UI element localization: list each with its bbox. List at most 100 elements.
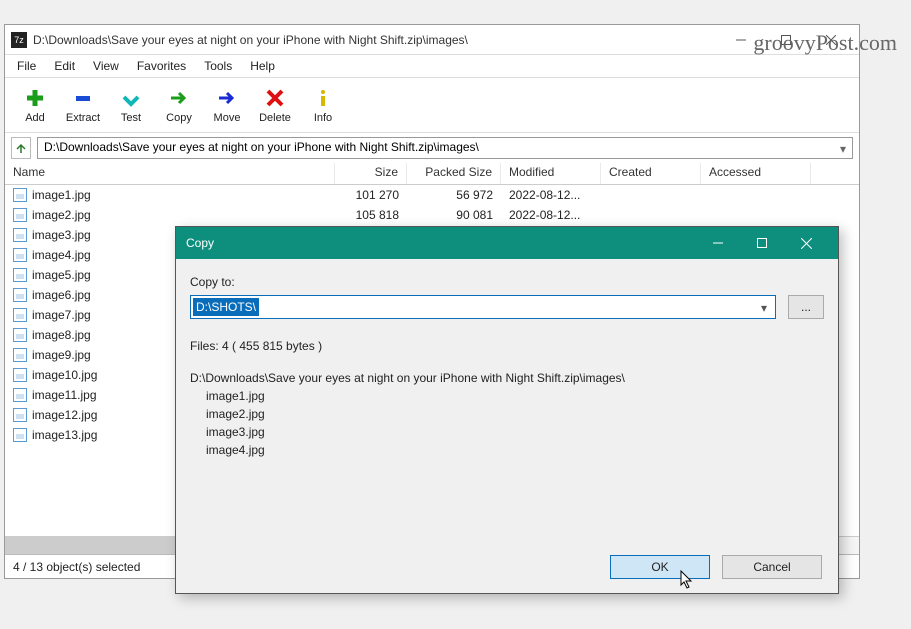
maximize-button[interactable] bbox=[763, 25, 808, 54]
toolbar: Add Extract Test Copy Move Delete Info bbox=[5, 77, 859, 133]
file-size: 101 270 bbox=[335, 188, 407, 202]
file-packed-size: 56 972 bbox=[407, 188, 501, 202]
file-name: image3.jpg bbox=[32, 228, 91, 242]
dialog-file-item: image3.jpg bbox=[206, 423, 824, 441]
dialog-file-item: image2.jpg bbox=[206, 405, 824, 423]
move-button[interactable]: Move bbox=[203, 83, 251, 127]
dialog-titlebar[interactable]: Copy bbox=[176, 227, 838, 259]
menu-view[interactable]: View bbox=[85, 57, 127, 75]
file-row[interactable]: image1.jpg 101 27056 9722022-08-12... bbox=[5, 185, 859, 205]
copy-dialog: Copy Copy to: D:\SHOTS\ ▾ ... Files: 4 (… bbox=[175, 226, 839, 594]
minimize-button[interactable] bbox=[718, 25, 763, 54]
file-name: image4.jpg bbox=[32, 248, 91, 262]
col-modified[interactable]: Modified bbox=[501, 163, 601, 184]
move-icon bbox=[215, 86, 239, 110]
address-bar: D:\Downloads\Save your eyes at night on … bbox=[5, 133, 859, 163]
copy-icon bbox=[167, 86, 191, 110]
list-header[interactable]: Name Size Packed Size Modified Created A… bbox=[5, 163, 859, 185]
file-name: image5.jpg bbox=[32, 268, 91, 282]
file-icon bbox=[13, 208, 27, 222]
browse-button[interactable]: ... bbox=[788, 295, 824, 319]
delete-button[interactable]: Delete bbox=[251, 83, 299, 127]
cancel-button[interactable]: Cancel bbox=[722, 555, 822, 579]
file-icon bbox=[13, 268, 27, 282]
file-modified: 2022-08-12... bbox=[501, 188, 601, 202]
address-input[interactable]: D:\Downloads\Save your eyes at night on … bbox=[37, 137, 853, 159]
dialog-close-button[interactable] bbox=[784, 227, 828, 259]
col-accessed[interactable]: Accessed bbox=[701, 163, 811, 184]
file-icon bbox=[13, 368, 27, 382]
dialog-summary: Files: 4 ( 455 815 bytes ) bbox=[190, 337, 824, 355]
window-title: D:\Downloads\Save your eyes at night on … bbox=[33, 33, 718, 47]
dialog-maximize-button[interactable] bbox=[740, 227, 784, 259]
file-name: image8.jpg bbox=[32, 328, 91, 342]
tool-label: Move bbox=[214, 112, 241, 124]
add-button[interactable]: Add bbox=[11, 83, 59, 127]
menu-file[interactable]: File bbox=[9, 57, 44, 75]
file-name: image13.jpg bbox=[32, 428, 97, 442]
dialog-file-item: image1.jpg bbox=[206, 387, 824, 405]
file-modified: 2022-08-12... bbox=[501, 208, 601, 222]
file-icon bbox=[13, 228, 27, 242]
file-name: image2.jpg bbox=[32, 208, 91, 222]
file-name: image11.jpg bbox=[32, 388, 97, 402]
tool-label: Info bbox=[314, 112, 332, 124]
menu-help[interactable]: Help bbox=[242, 57, 283, 75]
info-icon bbox=[311, 86, 335, 110]
address-text: D:\Downloads\Save your eyes at night on … bbox=[44, 140, 479, 154]
status-text: 4 / 13 object(s) selected bbox=[13, 560, 140, 574]
app-icon: 7z bbox=[11, 32, 27, 48]
menu-edit[interactable]: Edit bbox=[46, 57, 83, 75]
file-icon bbox=[13, 348, 27, 362]
extract-button[interactable]: Extract bbox=[59, 83, 107, 127]
chevron-down-icon[interactable]: ▾ bbox=[761, 301, 767, 315]
tool-label: Extract bbox=[66, 112, 100, 124]
file-name: image12.jpg bbox=[32, 408, 97, 422]
file-icon bbox=[13, 408, 27, 422]
copy-to-label: Copy to: bbox=[190, 275, 824, 289]
test-button[interactable]: Test bbox=[107, 83, 155, 127]
menu-favorites[interactable]: Favorites bbox=[129, 57, 194, 75]
file-size: 105 818 bbox=[335, 208, 407, 222]
close-button[interactable] bbox=[808, 25, 853, 54]
titlebar[interactable]: 7z D:\Downloads\Save your eyes at night … bbox=[5, 25, 859, 55]
tool-label: Copy bbox=[166, 112, 192, 124]
file-name: image6.jpg bbox=[32, 288, 91, 302]
add-icon bbox=[23, 86, 47, 110]
file-icon bbox=[13, 388, 27, 402]
file-icon bbox=[13, 328, 27, 342]
file-name: image1.jpg bbox=[32, 188, 91, 202]
menubar: FileEditViewFavoritesToolsHelp bbox=[5, 55, 859, 77]
dialog-source-path: D:\Downloads\Save your eyes at night on … bbox=[190, 369, 824, 387]
col-created[interactable]: Created bbox=[601, 163, 701, 184]
file-packed-size: 90 081 bbox=[407, 208, 501, 222]
up-button[interactable] bbox=[11, 137, 31, 159]
file-name: image10.jpg bbox=[32, 368, 97, 382]
dialog-minimize-button[interactable] bbox=[696, 227, 740, 259]
tool-label: Test bbox=[121, 112, 141, 124]
info-button[interactable]: Info bbox=[299, 83, 347, 127]
file-icon bbox=[13, 188, 27, 202]
dialog-title: Copy bbox=[186, 236, 696, 250]
file-icon bbox=[13, 288, 27, 302]
col-packed-size[interactable]: Packed Size bbox=[407, 163, 501, 184]
copy-to-input[interactable]: D:\SHOTS\ ▾ bbox=[190, 295, 776, 319]
col-size[interactable]: Size bbox=[335, 163, 407, 184]
ok-button[interactable]: OK bbox=[610, 555, 710, 579]
copy-button[interactable]: Copy bbox=[155, 83, 203, 127]
file-row[interactable]: image2.jpg 105 81890 0812022-08-12... bbox=[5, 205, 859, 225]
dialog-file-list: image1.jpgimage2.jpgimage3.jpgimage4.jpg bbox=[190, 387, 824, 459]
file-icon bbox=[13, 248, 27, 262]
file-icon bbox=[13, 428, 27, 442]
chevron-down-icon[interactable]: ▾ bbox=[840, 142, 846, 156]
menu-tools[interactable]: Tools bbox=[196, 57, 240, 75]
copy-to-path: D:\SHOTS\ bbox=[193, 298, 259, 316]
test-icon bbox=[119, 86, 143, 110]
file-name: image7.jpg bbox=[32, 308, 91, 322]
tool-label: Add bbox=[25, 112, 45, 124]
extract-icon bbox=[71, 86, 95, 110]
file-name: image9.jpg bbox=[32, 348, 91, 362]
file-icon bbox=[13, 308, 27, 322]
col-name[interactable]: Name bbox=[5, 163, 335, 184]
dialog-file-item: image4.jpg bbox=[206, 441, 824, 459]
